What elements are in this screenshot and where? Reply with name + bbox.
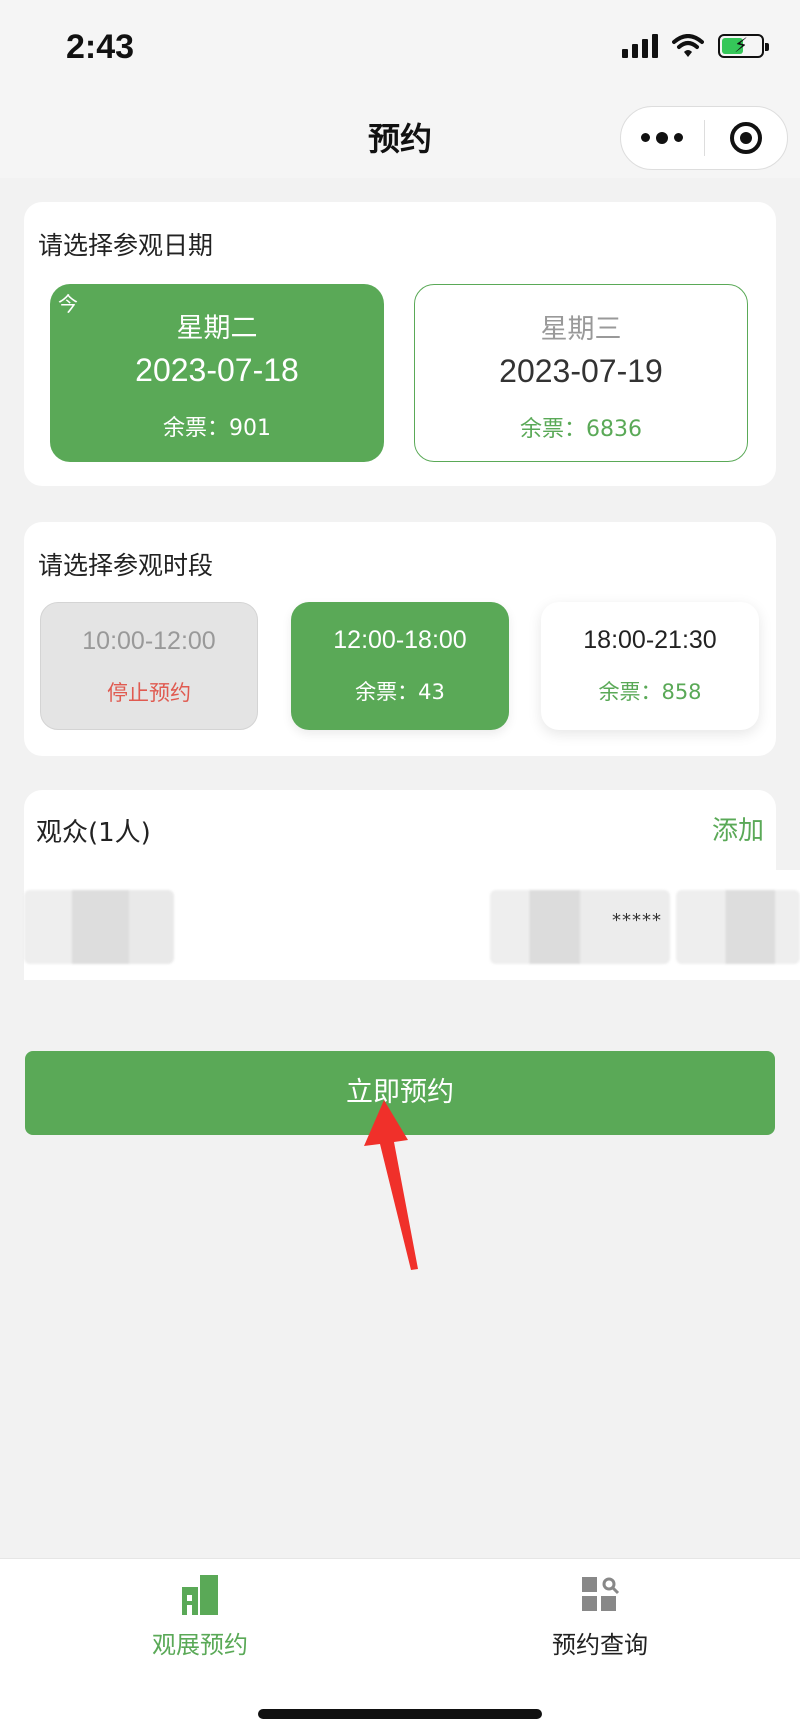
visitor-row[interactable]: ***** [24, 870, 800, 980]
more-button[interactable] [621, 106, 704, 170]
visitor-name-redacted [24, 890, 174, 964]
time-slot-tickets: 余票：858 [598, 680, 702, 704]
time-slot-range: 10:00-12:00 [82, 627, 216, 655]
date-option-date: 2023-07-19 [499, 353, 663, 389]
time-slot-2[interactable]: 12:00-18:00 余票：43 [291, 602, 509, 730]
time-slot-tickets: 余票：43 [355, 680, 445, 704]
add-visitor-button[interactable]: 添加 [712, 810, 764, 847]
wifi-icon [672, 34, 704, 57]
status-bar: 2:43 ⚡ [0, 0, 800, 96]
date-option-1[interactable]: 今 星期二 2023-07-18 余票：901 [50, 284, 384, 462]
time-slot-3[interactable]: 18:00-21:30 余票：858 [541, 602, 759, 730]
time-section: 请选择参观时段 10:00-12:00 停止预约 12:00-18:00 余票：… [24, 522, 776, 756]
home-indicator [258, 1709, 542, 1719]
cellular-signal-icon [622, 34, 658, 58]
time-section-title: 请选择参观时段 [38, 551, 214, 580]
battery-icon: ⚡ [718, 33, 769, 58]
building-icon [182, 1575, 218, 1615]
visitors-title: 观众(1人) [36, 818, 151, 848]
date-section: 请选择参观日期 今 星期二 2023-07-18 余票：901 星期三 2023… [24, 202, 776, 486]
status-icons: ⚡ [622, 33, 769, 58]
time-slot-status: 停止预约 [107, 681, 191, 705]
status-time: 2:43 [66, 28, 135, 66]
time-slot-range: 12:00-18:00 [333, 626, 467, 654]
red-arrow-annotation [364, 1100, 418, 1270]
grid-search-icon [582, 1577, 620, 1611]
tab-label: 观展预约 [152, 1631, 248, 1659]
mini-program-capsule [620, 106, 788, 170]
date-section-title: 请选择参观日期 [38, 231, 214, 260]
target-icon [729, 122, 762, 154]
more-dots-icon [641, 131, 684, 144]
date-option-2[interactable]: 星期三 2023-07-19 余票：6836 [414, 284, 748, 462]
tab-exhibition-booking[interactable]: 观展预约 [100, 1575, 300, 1660]
visitor-id-masked: ***** [612, 910, 662, 931]
date-option-tickets: 余票：6836 [520, 417, 642, 442]
time-slot-1[interactable]: 10:00-12:00 停止预约 [40, 602, 258, 730]
time-slot-range: 18:00-21:30 [583, 626, 717, 654]
tab-bar: 观展预约 预约查询 [0, 1558, 800, 1731]
nav-bar: 预约 [0, 96, 800, 178]
date-option-tickets: 余票：901 [163, 416, 271, 441]
visitor-id-redacted-end [676, 890, 800, 964]
visitors-header: 观众(1人) 添加 [24, 790, 776, 870]
date-option-weekday: 星期二 [176, 313, 258, 344]
tab-label: 预约查询 [552, 1631, 648, 1659]
tab-booking-query[interactable]: 预约查询 [500, 1575, 700, 1660]
close-mini-program-button[interactable] [705, 106, 788, 170]
date-option-date: 2023-07-18 [135, 352, 299, 388]
date-option-weekday: 星期三 [540, 314, 622, 345]
